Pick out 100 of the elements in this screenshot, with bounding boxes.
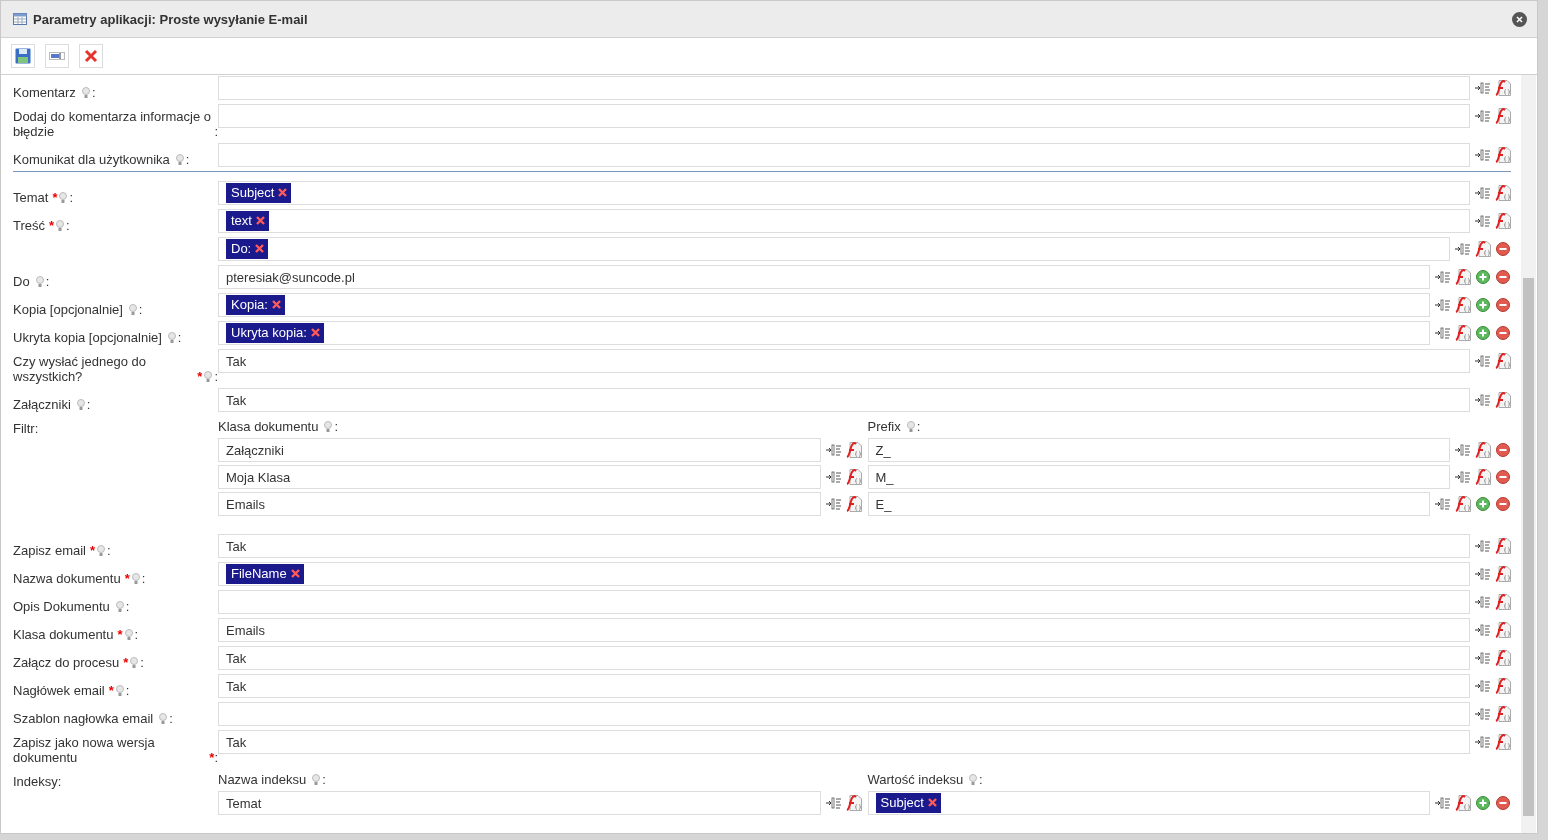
function-icon[interactable] xyxy=(1455,325,1471,341)
remove-tag-icon[interactable] xyxy=(255,216,265,225)
function-icon[interactable] xyxy=(845,469,862,485)
input-field[interactable]: Ukryta kopia: xyxy=(218,321,1430,345)
remove-tag-icon[interactable] xyxy=(278,188,288,197)
function-icon[interactable] xyxy=(1495,353,1511,369)
function-icon[interactable] xyxy=(1455,496,1471,512)
input-field[interactable]: pteresiak@suncode.pl xyxy=(218,265,1430,289)
function-icon[interactable] xyxy=(1495,392,1511,408)
input-field[interactable]: Moja Klasa xyxy=(218,465,821,489)
input-field[interactable]: Tak xyxy=(218,646,1470,670)
close-button[interactable] xyxy=(1512,11,1527,27)
input-field[interactable]: Kopia: xyxy=(218,293,1430,317)
variable-tag[interactable]: text xyxy=(226,211,269,231)
function-icon[interactable] xyxy=(1495,108,1511,124)
insert-variable-icon[interactable] xyxy=(1435,325,1451,341)
function-icon[interactable] xyxy=(1475,442,1491,458)
insert-variable-icon[interactable] xyxy=(1475,678,1491,694)
insert-variable-icon[interactable] xyxy=(1455,469,1471,485)
input-field[interactable]: Tak xyxy=(218,349,1470,373)
add-icon[interactable] xyxy=(1475,297,1491,313)
insert-variable-icon[interactable] xyxy=(1475,353,1491,369)
input-field[interactable]: M_ xyxy=(867,465,1450,489)
input-field[interactable]: Tak xyxy=(218,730,1470,754)
function-icon[interactable] xyxy=(1495,622,1511,638)
remove-tag-icon[interactable] xyxy=(927,798,937,807)
insert-variable-icon[interactable] xyxy=(1475,594,1491,610)
function-icon[interactable] xyxy=(1455,269,1471,285)
insert-variable-icon[interactable] xyxy=(825,795,842,811)
remove-icon[interactable] xyxy=(1495,795,1511,811)
function-icon[interactable] xyxy=(1495,538,1511,554)
insert-variable-icon[interactable] xyxy=(1475,622,1491,638)
variable-tag[interactable]: Do: xyxy=(226,239,269,259)
input-field[interactable]: Emails xyxy=(218,492,821,516)
input-field[interactable]: text xyxy=(218,209,1470,233)
function-icon[interactable] xyxy=(1495,734,1511,750)
remove-tag-icon[interactable] xyxy=(271,300,281,309)
function-icon[interactable] xyxy=(1455,795,1471,811)
function-icon[interactable] xyxy=(1495,147,1511,163)
input-field[interactable] xyxy=(218,143,1470,167)
function-icon[interactable] xyxy=(1495,566,1511,582)
input-field[interactable]: Tak xyxy=(218,674,1470,698)
input-field[interactable]: Temat xyxy=(218,791,821,815)
add-icon[interactable] xyxy=(1475,269,1491,285)
input-field[interactable]: Z_ xyxy=(867,438,1450,462)
input-field[interactable]: E_ xyxy=(867,492,1430,516)
add-icon[interactable] xyxy=(1475,325,1491,341)
remove-icon[interactable] xyxy=(1495,241,1511,257)
insert-variable-icon[interactable] xyxy=(1475,80,1491,96)
remove-icon[interactable] xyxy=(1495,297,1511,313)
insert-variable-icon[interactable] xyxy=(1435,795,1451,811)
function-icon[interactable] xyxy=(1475,241,1491,257)
variable-tag[interactable]: Subject xyxy=(875,793,941,813)
insert-variable-icon[interactable] xyxy=(1475,566,1491,582)
input-field[interactable]: Tak xyxy=(218,534,1470,558)
function-icon[interactable] xyxy=(845,442,862,458)
insert-variable-icon[interactable] xyxy=(1475,185,1491,201)
insert-variable-icon[interactable] xyxy=(1475,392,1491,408)
remove-tag-icon[interactable] xyxy=(255,244,265,253)
add-icon[interactable] xyxy=(1475,496,1491,512)
remove-icon[interactable] xyxy=(1495,496,1511,512)
insert-variable-icon[interactable] xyxy=(825,442,842,458)
function-icon[interactable] xyxy=(1495,594,1511,610)
remove-icon[interactable] xyxy=(1495,469,1511,485)
insert-variable-icon[interactable] xyxy=(1475,734,1491,750)
field-button[interactable] xyxy=(45,44,69,68)
input-field[interactable]: Do: xyxy=(218,237,1450,261)
insert-variable-icon[interactable] xyxy=(1435,269,1451,285)
insert-variable-icon[interactable] xyxy=(1475,706,1491,722)
function-icon[interactable] xyxy=(845,795,862,811)
cancel-button[interactable] xyxy=(79,44,103,68)
insert-variable-icon[interactable] xyxy=(1435,496,1451,512)
insert-variable-icon[interactable] xyxy=(1475,538,1491,554)
input-field[interactable]: FileName xyxy=(218,562,1470,586)
remove-icon[interactable] xyxy=(1495,269,1511,285)
function-icon[interactable] xyxy=(1495,185,1511,201)
input-field[interactable] xyxy=(218,590,1470,614)
input-field[interactable]: Subject xyxy=(218,181,1470,205)
input-field[interactable]: Subject xyxy=(867,791,1430,815)
function-icon[interactable] xyxy=(1495,706,1511,722)
variable-tag[interactable]: Kopia: xyxy=(226,295,285,315)
insert-variable-icon[interactable] xyxy=(1475,650,1491,666)
variable-tag[interactable]: Ukryta kopia: xyxy=(226,323,324,343)
insert-variable-icon[interactable] xyxy=(1475,108,1491,124)
remove-tag-icon[interactable] xyxy=(310,328,320,337)
remove-icon[interactable] xyxy=(1495,442,1511,458)
insert-variable-icon[interactable] xyxy=(1435,297,1451,313)
function-icon[interactable] xyxy=(1455,297,1471,313)
insert-variable-icon[interactable] xyxy=(825,496,842,512)
function-icon[interactable] xyxy=(1495,213,1511,229)
function-icon[interactable] xyxy=(1475,469,1491,485)
insert-variable-icon[interactable] xyxy=(1455,241,1471,257)
save-button[interactable] xyxy=(11,44,35,68)
insert-variable-icon[interactable] xyxy=(1475,213,1491,229)
variable-tag[interactable]: FileName xyxy=(226,564,304,584)
input-field[interactable]: Tak xyxy=(218,388,1470,412)
input-field[interactable]: Emails xyxy=(218,618,1470,642)
insert-variable-icon[interactable] xyxy=(825,469,842,485)
function-icon[interactable] xyxy=(1495,80,1511,96)
insert-variable-icon[interactable] xyxy=(1455,442,1471,458)
